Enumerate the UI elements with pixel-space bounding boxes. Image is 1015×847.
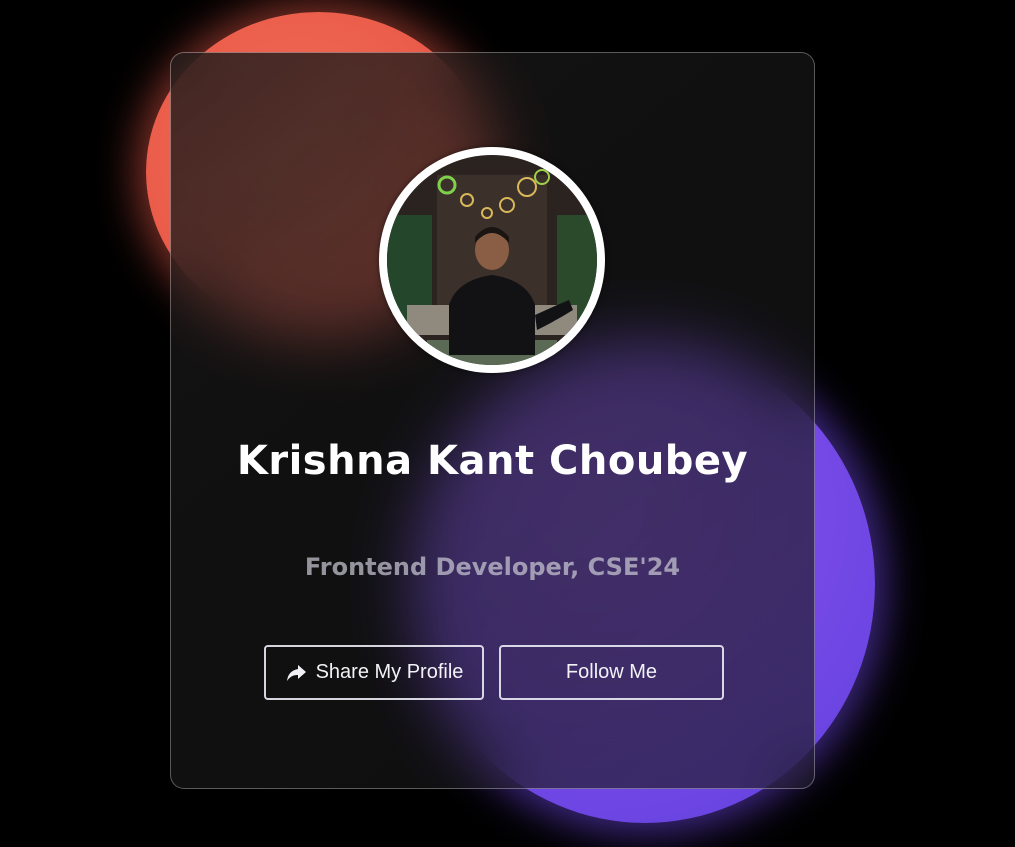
profile-card: Krishna Kant Choubey Frontend Developer,… [170,52,815,789]
follow-button[interactable]: Follow Me [499,645,724,700]
avatar [379,147,605,373]
profile-role: Frontend Developer, CSE'24 [304,553,681,581]
profile-name: Krishna Kant Choubey [236,438,749,484]
follow-button-label: Follow Me [565,661,658,683]
avatar-photo [387,155,597,365]
share-button-label: Share My Profile [315,661,464,683]
page-stage: Krishna Kant Choubey Frontend Developer,… [0,0,1015,847]
share-arrow-icon [285,663,307,683]
share-profile-button[interactable]: Share My Profile [264,645,484,700]
